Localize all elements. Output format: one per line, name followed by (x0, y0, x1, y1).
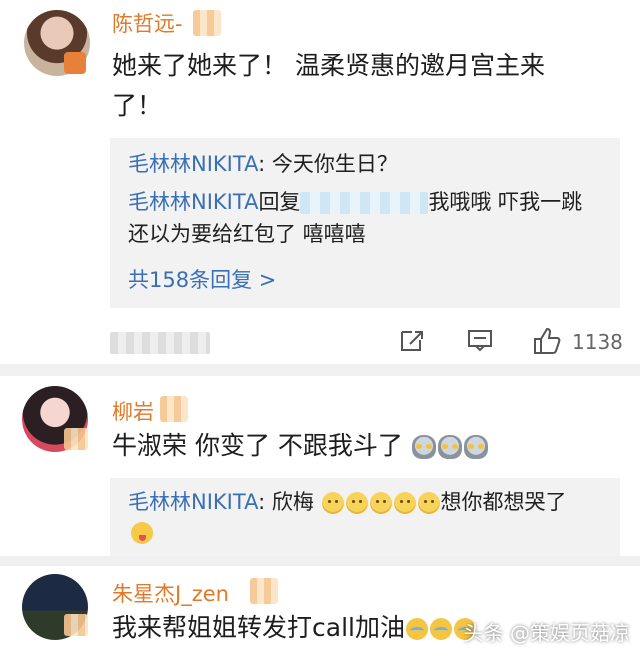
comment-2: 柳岩 牛淑荣 你变了 不跟我斗了 毛林林NIKITA: 欣梅 想你都想哭了 (0, 376, 640, 556)
verified-badge-icon (64, 428, 88, 450)
crying-emoji-icon (429, 618, 452, 640)
reply-username[interactable]: 毛林林NIKITA (128, 152, 258, 176)
reply-text: : 欣梅 (258, 490, 314, 514)
reply-prefix: 回复 (258, 190, 301, 214)
divider (0, 556, 640, 566)
comment-text-content: 我来帮姐姐转发打call加油 (112, 613, 405, 642)
comment-username[interactable]: 陈哲远- (112, 8, 183, 38)
username-badge-icon (160, 396, 188, 422)
comment-1: 陈哲远- 她来了她来了！ 温柔贤惠的邀月宫主来了！ 毛林林NIKITA: 今天你… (0, 0, 640, 372)
more-replies-link[interactable]: 共158条回复 > (128, 264, 276, 294)
ultraman-emoji-icon (463, 435, 488, 459)
sad-emoji-icon (321, 492, 344, 514)
crying-emoji-icon (405, 618, 428, 640)
blurred-source (110, 332, 210, 354)
reply-box: 毛林林NIKITA: 今天你生日？ 毛林林NIKITA回复 我哦哦 吓我一跳 还以… (110, 138, 620, 308)
reply-text-after: 想你都想哭了 (440, 490, 567, 514)
sad-emoji-icon (393, 492, 416, 514)
comment-icon[interactable] (466, 326, 494, 354)
sad-emoji-icon (369, 492, 392, 514)
sad-emoji-icon (417, 492, 440, 514)
reply-username[interactable]: 毛林林NIKITA (128, 190, 258, 214)
comment-text: 我来帮姐姐转发打call加油 (112, 608, 477, 648)
blurred-username (300, 192, 429, 214)
reply-box: 毛林林NIKITA: 欣梅 想你都想哭了 (110, 478, 620, 556)
divider (0, 364, 640, 376)
comment-text-content: 牛淑荣 你变了 不跟我斗了 (112, 431, 403, 460)
reply-username[interactable]: 毛林林NIKITA (128, 490, 258, 514)
thumbs-up-icon[interactable] (532, 326, 562, 356)
verified-badge-icon (64, 52, 86, 74)
comment-text: 她来了她来了！ 温柔贤惠的邀月宫主来了！ (112, 51, 545, 120)
comment-3: 朱星杰J_zen 我来帮姐姐转发打call加油 头条 @策娱页菇凉 (0, 566, 640, 656)
comment-username[interactable]: 柳岩 (112, 396, 154, 426)
username-badge-icon (193, 10, 221, 36)
sad-emoji-icon (345, 492, 368, 514)
share-icon[interactable] (398, 326, 426, 354)
comment-username[interactable]: 朱星杰J_zen (112, 578, 229, 608)
watermark: 头条 @策娱页菇凉 (463, 621, 630, 645)
reply-1: 毛林林NIKITA: 欣梅 想你都想哭了 (128, 486, 567, 518)
ultraman-emoji-icon (411, 435, 436, 459)
like-count: 1138 (572, 330, 623, 354)
tongue-emoji-icon (131, 522, 153, 544)
comment-text: 牛淑荣 你变了 不跟我斗了 (112, 426, 489, 466)
verified-badge-icon (64, 614, 88, 636)
reply-1: 毛林林NIKITA: 今天你生日？ (128, 148, 398, 180)
reply-2: 毛林林NIKITA回复 我哦哦 吓我一跳 还以为要给红包了 嘻嘻嘻 (128, 186, 608, 250)
reply-text: : 今天你生日？ (258, 152, 398, 176)
action-bar: 1138 (0, 318, 640, 364)
username-badge-icon (250, 578, 278, 604)
ultraman-emoji-icon (437, 435, 462, 459)
